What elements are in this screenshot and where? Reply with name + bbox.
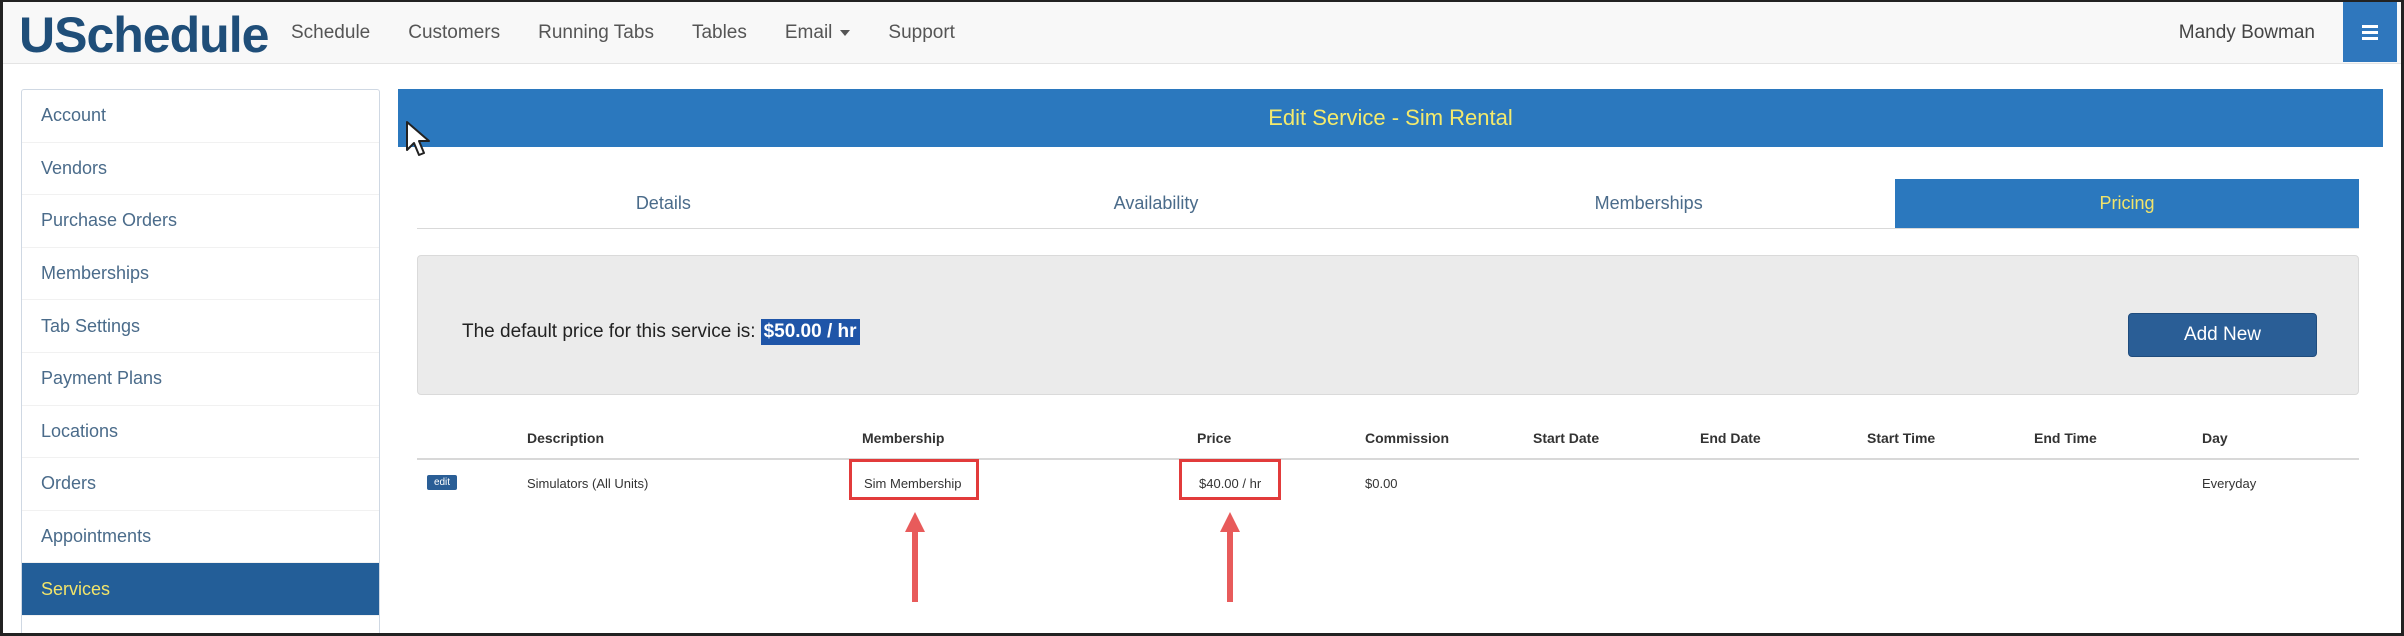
sidebar-item-label: Services — [41, 578, 111, 599]
tab-label: Availability — [1113, 193, 1199, 213]
sidebar-item-label: Vendors — [41, 157, 108, 178]
nav-support[interactable]: Support — [888, 22, 955, 44]
sidebar-item-purchase-orders[interactable]: Purchase Orders — [22, 195, 379, 248]
add-new-button[interactable]: Add New — [2128, 313, 2317, 357]
default-price-line: The default price for this service is: $… — [462, 319, 860, 345]
app-window: USchedule Schedule Customers Running Tab… — [0, 0, 2404, 636]
col-description: Description — [527, 430, 605, 446]
sidebar-item-label: Orders — [41, 473, 97, 494]
col-membership: Membership — [862, 430, 945, 446]
pricing-table: Description Membership Price Commission … — [417, 420, 2359, 504]
service-tabs: Details Availability Memberships Pricing — [417, 179, 2360, 229]
tab-label: Details — [635, 193, 691, 213]
sidebar-item-label: Locations — [41, 420, 119, 441]
default-price-text: The default price for this service is: — [462, 321, 756, 342]
sidebar-item-account[interactable]: Account — [22, 90, 379, 143]
sidebar-item-services[interactable]: Services — [22, 563, 379, 616]
edit-button[interactable]: edit — [427, 475, 457, 490]
col-start-date: Start Date — [1533, 430, 1600, 446]
sidebar-item-memberships[interactable]: Memberships — [22, 248, 379, 301]
sidebar-item-label: Appointments — [41, 526, 152, 547]
cell-commission: $0.00 — [1365, 476, 1398, 491]
nav-schedule[interactable]: Schedule — [291, 22, 370, 44]
nav-tables[interactable]: Tables — [692, 22, 747, 44]
main-nav: Schedule Customers Running Tabs Tables E… — [291, 2, 993, 64]
nav-schedule-label: Schedule — [291, 22, 371, 43]
col-end-date: End Date — [1700, 430, 1761, 446]
sidebar-item-label: Tab Settings — [41, 315, 141, 336]
sidebar-item-vendors[interactable]: Vendors — [22, 143, 379, 196]
sidebar-item-appointments[interactable]: Appointments — [22, 511, 379, 564]
nav-email-label: Email — [784, 22, 833, 43]
tab-pricing[interactable]: Pricing — [1895, 179, 2360, 228]
menu-button[interactable] — [2343, 2, 2397, 62]
sidebar-item-label: Payment Plans — [41, 368, 163, 389]
nav-email-dropdown[interactable]: Email — [785, 22, 851, 44]
table-row: edit Simulators (All Units) Sim Membersh… — [417, 460, 2359, 504]
arrow-up-icon — [1220, 512, 1240, 602]
settings-sidebar: Account Vendors Purchase Orders Membersh… — [21, 89, 380, 633]
tab-availability[interactable]: Availability — [910, 179, 1403, 228]
caret-down-icon — [840, 30, 851, 36]
arrow-up-icon — [905, 512, 925, 602]
table-header: Description Membership Price Commission … — [417, 420, 2359, 460]
nav-customers-label: Customers — [408, 22, 501, 43]
top-navbar: USchedule Schedule Customers Running Tab… — [3, 2, 2401, 64]
tab-label: Memberships — [1594, 193, 1703, 213]
page-title: Edit Service - Sim Rental — [1268, 105, 1513, 130]
sidebar-item-label: Account — [41, 105, 107, 126]
sidebar-item-label: Purchase Orders — [41, 210, 178, 231]
nav-support-label: Support — [888, 22, 955, 43]
col-end-time: End Time — [2034, 430, 2097, 446]
col-start-time: Start Time — [1867, 430, 1936, 446]
tab-details[interactable]: Details — [417, 179, 910, 228]
hamburger-icon — [2362, 22, 2378, 43]
nav-running-tabs[interactable]: Running Tabs — [538, 22, 654, 44]
membership-highlight-box — [849, 459, 979, 500]
page-title-bar: Edit Service - Sim Rental — [398, 89, 2383, 147]
col-price: Price — [1197, 430, 1232, 446]
sidebar-item-tab-settings[interactable]: Tab Settings — [22, 300, 379, 353]
sidebar-item-payment-plans[interactable]: Payment Plans — [22, 353, 379, 406]
default-price-value[interactable]: $50.00 / hr — [760, 319, 860, 345]
mouse-cursor-icon — [406, 121, 430, 156]
price-highlight-box — [1179, 459, 1281, 500]
sidebar-item-orders[interactable]: Orders — [22, 458, 379, 511]
default-price-panel: The default price for this service is: $… — [417, 255, 2359, 395]
brand-logo[interactable]: USchedule — [19, 6, 269, 64]
cell-description: Simulators (All Units) — [527, 476, 649, 491]
tab-label: Pricing — [2099, 193, 2155, 213]
user-name[interactable]: Mandy Bowman — [2179, 22, 2315, 44]
sidebar-item-label: Memberships — [41, 263, 150, 284]
nav-tables-label: Tables — [691, 22, 747, 43]
col-commission: Commission — [1365, 430, 1450, 446]
tab-memberships[interactable]: Memberships — [1402, 179, 1895, 228]
sidebar-item-locations[interactable]: Locations — [22, 406, 379, 459]
cell-day: Everyday — [2202, 476, 2257, 491]
nav-running-tabs-label: Running Tabs — [538, 22, 654, 43]
nav-customers[interactable]: Customers — [408, 22, 500, 44]
col-day: Day — [2202, 430, 2228, 446]
